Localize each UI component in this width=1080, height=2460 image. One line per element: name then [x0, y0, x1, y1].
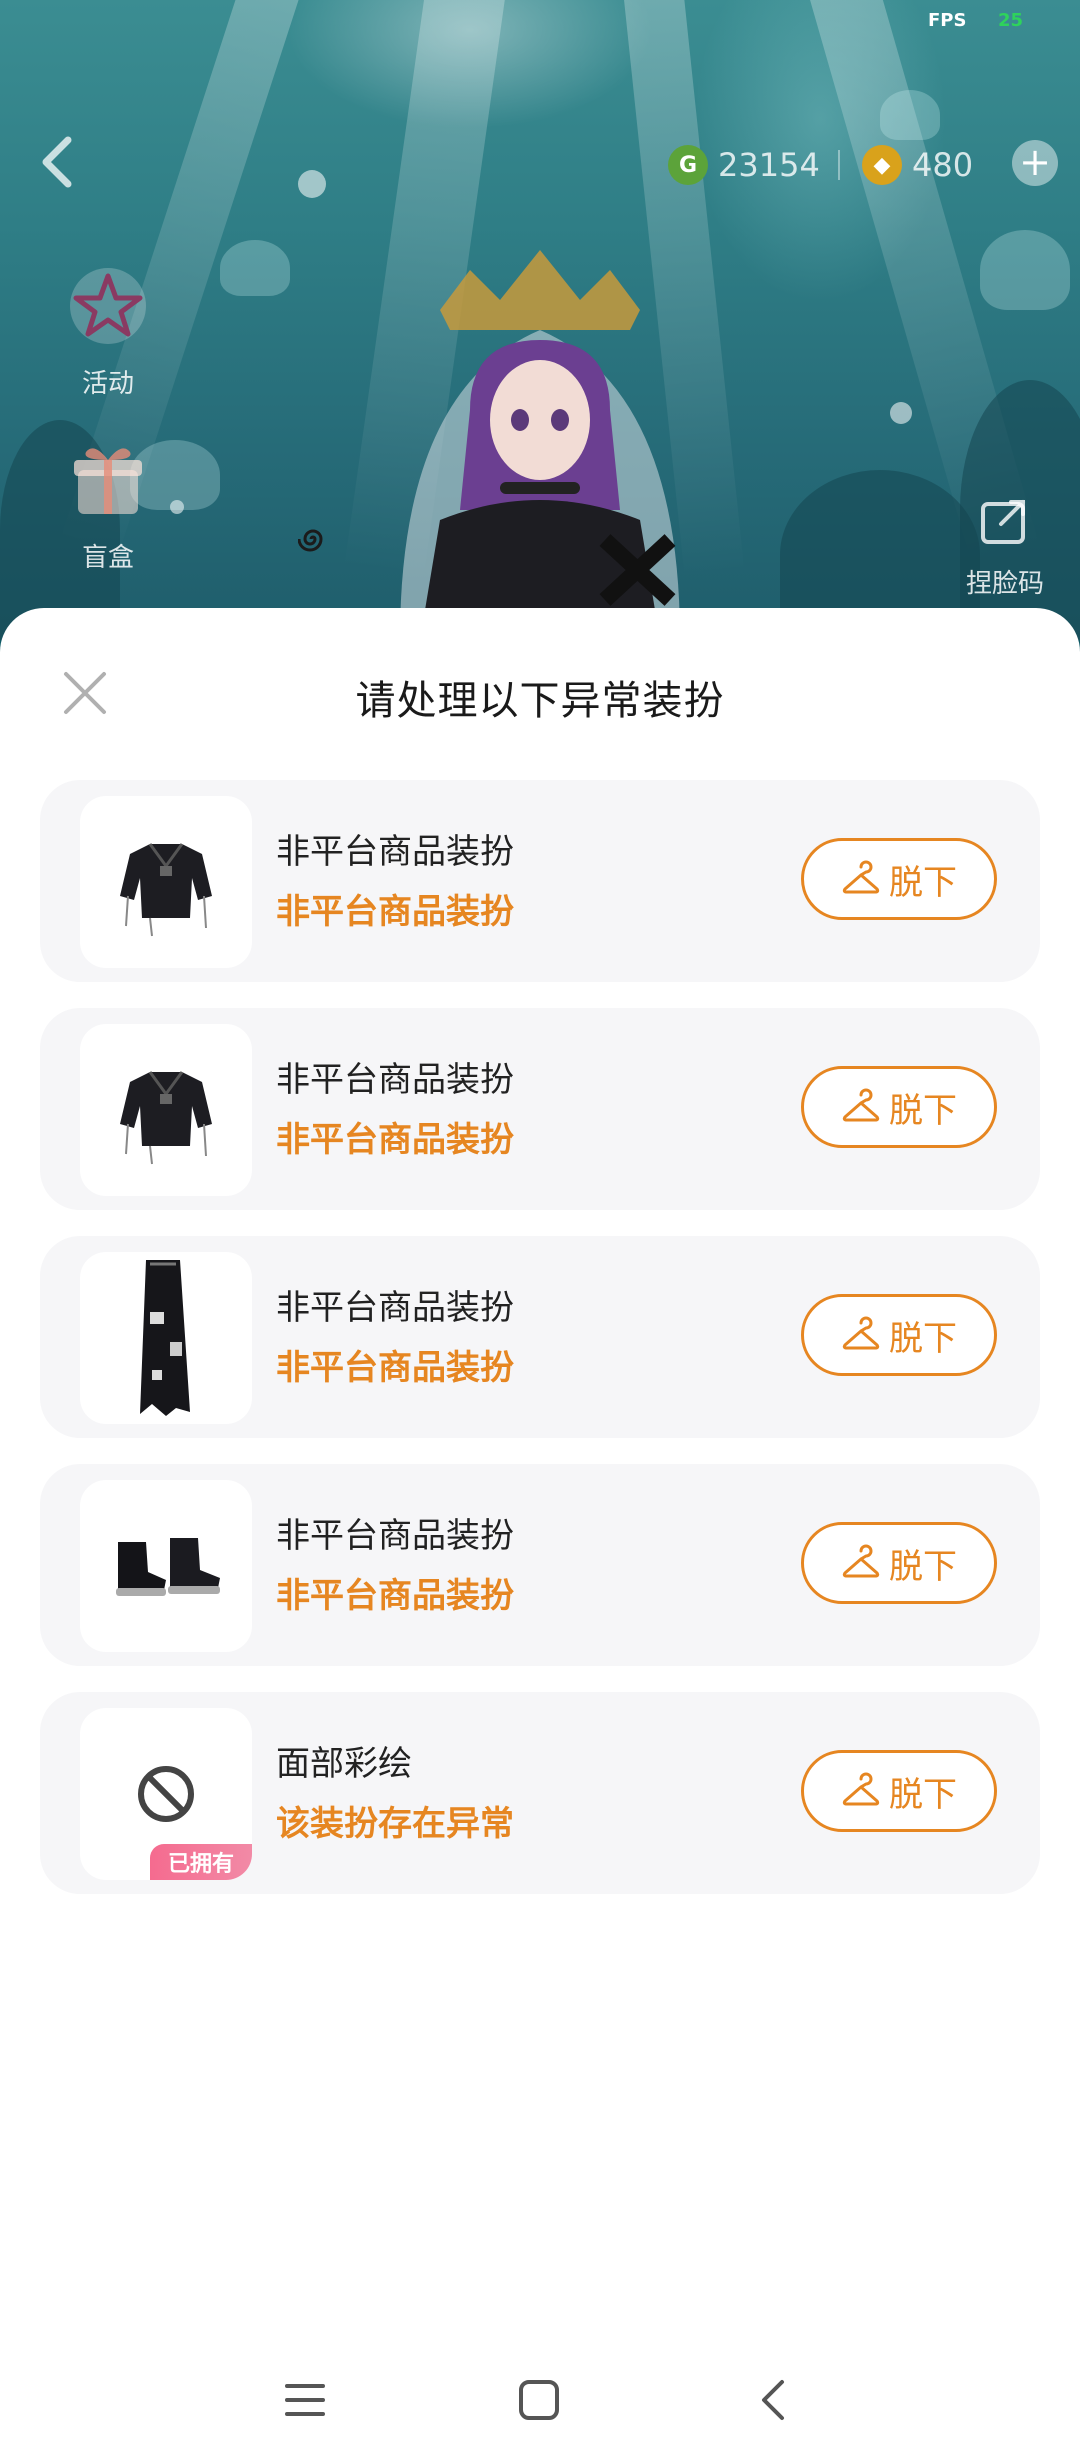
- g-coin-icon: G: [668, 145, 708, 185]
- remove-label: 脱下: [889, 862, 957, 903]
- jacket-icon: [120, 843, 212, 937]
- star-icon: [70, 268, 146, 344]
- item-thumbnail-jacket: [80, 1024, 252, 1196]
- hanger-icon: [842, 860, 880, 894]
- system-nav-bar: [0, 2340, 1080, 2460]
- item-name: 非平台商品装扮: [276, 1060, 514, 1100]
- hanger-icon: [842, 1544, 880, 1578]
- hanger-icon: [842, 1772, 880, 1806]
- item-status: 非平台商品装扮: [276, 1348, 514, 1388]
- currency-gold: ◆ 480: [862, 140, 973, 190]
- blindbox-button[interactable]: 盲盒: [48, 436, 168, 574]
- diamond-coin-icon: ◆: [862, 145, 902, 185]
- item-thumbnail-jacket: [80, 796, 252, 968]
- outfit-item-card: 已拥有 面部彩绘 该装扮存在异常 脱下: [40, 1692, 1040, 1894]
- remove-label: 脱下: [889, 1090, 957, 1131]
- activity-button[interactable]: 活动: [48, 262, 168, 400]
- item-name: 非平台商品装扮: [276, 1516, 514, 1556]
- hanger-icon: [842, 1316, 880, 1350]
- remove-button[interactable]: 脱下: [801, 1294, 997, 1376]
- outfit-item-card: 非平台商品装扮 非平台商品装扮 脱下: [40, 1464, 1040, 1666]
- remove-label: 脱下: [889, 1774, 957, 1815]
- jacket-icon: [120, 1071, 212, 1165]
- boots-icon: [116, 1538, 220, 1596]
- outfit-item-card: 非平台商品装扮 非平台商品装扮 脱下: [40, 1008, 1040, 1210]
- avatar-character: [400, 250, 680, 640]
- outfit-item-card: 非平台商品装扮 非平台商品装扮 脱下: [40, 1236, 1040, 1438]
- currency-green: G 23154: [668, 140, 820, 190]
- add-currency-button[interactable]: +: [1012, 140, 1058, 186]
- remove-button[interactable]: 脱下: [801, 1066, 997, 1148]
- item-name: 面部彩绘: [276, 1744, 412, 1784]
- home-icon[interactable]: [515, 2376, 563, 2424]
- remove-button[interactable]: 脱下: [801, 838, 997, 920]
- item-name: 非平台商品装扮: [276, 832, 514, 872]
- remove-button[interactable]: 脱下: [801, 1750, 997, 1832]
- currency-divider: [838, 150, 840, 180]
- gift-box-icon: [74, 448, 142, 514]
- item-thumbnail-skirt: [80, 1252, 252, 1424]
- item-thumbnail-boots: [80, 1480, 252, 1652]
- hanger-icon: [842, 1088, 880, 1122]
- back-icon[interactable]: [750, 2376, 798, 2424]
- item-status: 非平台商品装扮: [276, 892, 514, 932]
- item-status: 该装扮存在异常: [276, 1804, 514, 1844]
- menu-icon[interactable]: [281, 2376, 329, 2424]
- face-code-label: 捏脸码: [965, 569, 1044, 599]
- share-code-icon: [981, 500, 1025, 544]
- item-status: 非平台商品装扮: [276, 1120, 514, 1160]
- owned-badge: 已拥有: [150, 1844, 252, 1880]
- face-code-button[interactable]: 捏脸码: [950, 490, 1060, 600]
- blindbox-label: 盲盒: [81, 543, 134, 573]
- remove-label: 脱下: [889, 1546, 957, 1587]
- remove-button[interactable]: 脱下: [801, 1522, 997, 1604]
- item-status: 非平台商品装扮: [276, 1576, 514, 1616]
- abnormal-outfit-dialog: 请处理以下异常装扮 非平台商品装扮 非平台商品装扮 脱下 非平台商品装扮 非平台…: [0, 608, 1080, 2460]
- dialog-title: 请处理以下异常装扮: [355, 678, 725, 724]
- activity-label: 活动: [81, 369, 134, 399]
- skirt-icon: [140, 1260, 190, 1416]
- currency-gold-value: 480: [912, 146, 974, 184]
- outfit-item-card: 非平台商品装扮 非平台商品装扮 脱下: [40, 780, 1040, 982]
- back-arrow-icon[interactable]: [30, 130, 86, 194]
- currency-green-value: 23154: [718, 146, 820, 184]
- swirl-icon: [298, 529, 323, 552]
- remove-label: 脱下: [889, 1318, 957, 1359]
- fps-label: FPS: [928, 10, 967, 31]
- item-thumbnail-none: 已拥有: [80, 1708, 252, 1880]
- fps-value: 25: [998, 10, 1024, 31]
- item-name: 非平台商品装扮: [276, 1288, 514, 1328]
